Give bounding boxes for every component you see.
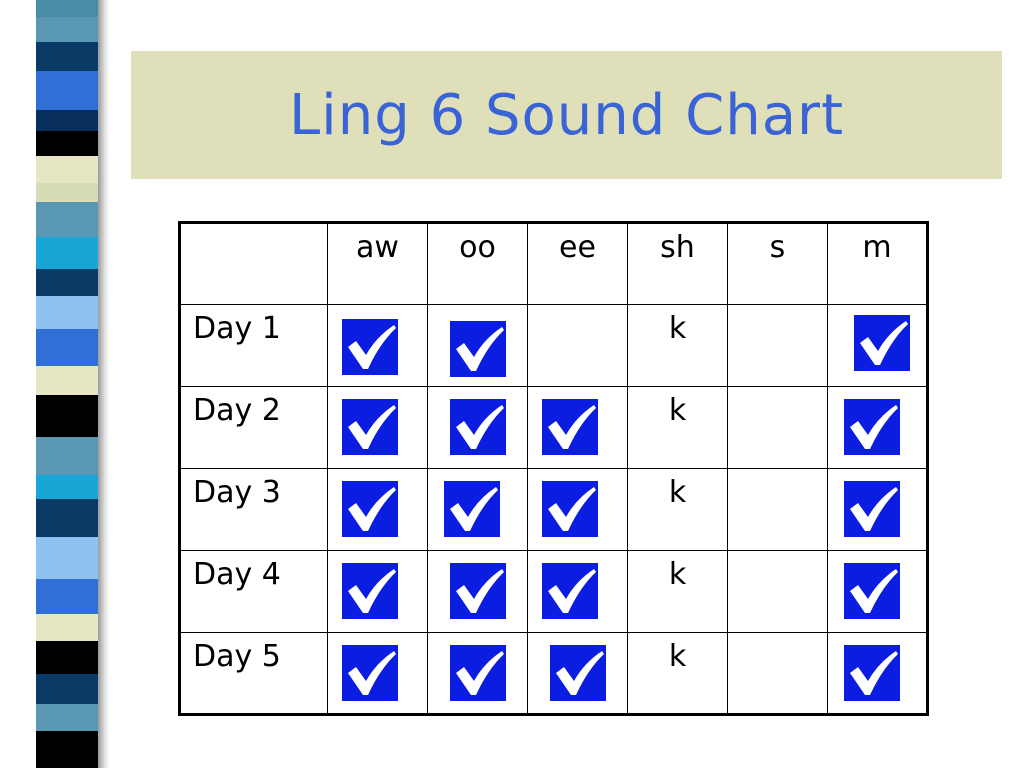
checkmark-icon — [542, 481, 598, 537]
table-row: Day 3 k — [179, 468, 928, 551]
stripe — [36, 475, 98, 499]
stripe — [36, 0, 98, 18]
checkmark-icon — [450, 645, 506, 701]
checkmark-icon — [844, 563, 900, 619]
stripe — [36, 236, 98, 270]
checkmark-icon — [854, 315, 910, 371]
stripe — [36, 182, 98, 203]
table-row: Day 4 k — [179, 550, 928, 633]
corner-cell — [179, 222, 328, 305]
checkmark-icon — [844, 399, 900, 455]
table-cell — [327, 468, 428, 551]
table-row: Day 5 k — [179, 632, 928, 715]
table-cell — [527, 550, 628, 633]
stripe — [36, 704, 98, 732]
stripe — [36, 202, 98, 237]
table-cell — [427, 304, 528, 387]
table-cell: k — [627, 304, 728, 387]
table-cell — [727, 468, 828, 551]
checkmark-icon — [542, 399, 598, 455]
stripe — [36, 394, 98, 437]
table-cell — [727, 386, 828, 469]
checkmark-icon — [342, 399, 398, 455]
column-header-sh: sh — [627, 222, 728, 305]
stripe-shadow — [98, 0, 110, 768]
table-cell — [527, 468, 628, 551]
table-cell — [327, 304, 428, 387]
stripe — [36, 109, 98, 131]
table-cell — [327, 386, 428, 469]
table-cell: k — [627, 468, 728, 551]
checkmark-icon — [342, 319, 398, 375]
stripe — [36, 498, 98, 538]
stripe — [36, 731, 98, 768]
checkmark-icon — [450, 321, 506, 377]
table-cell: k — [627, 632, 728, 715]
table-cell — [827, 468, 928, 551]
stripe — [36, 296, 98, 330]
table-cell: k — [627, 550, 728, 633]
table-cell — [427, 550, 528, 633]
table-cell — [327, 632, 428, 715]
table-cell — [527, 386, 628, 469]
checkmark-icon — [342, 645, 398, 701]
table-cell — [427, 632, 528, 715]
column-header-aw: aw — [327, 222, 428, 305]
table-cell — [727, 632, 828, 715]
stripe — [36, 436, 98, 476]
stripe — [36, 130, 98, 156]
stripe — [36, 537, 98, 580]
table-cell — [827, 632, 928, 715]
checkmark-icon — [450, 399, 506, 455]
table-cell — [427, 386, 528, 469]
checkmark-icon — [542, 563, 598, 619]
header-row: aw oo ee sh s m — [179, 222, 928, 305]
stripe — [36, 673, 98, 705]
row-label: Day 2 — [179, 386, 328, 469]
row-label: Day 3 — [179, 468, 328, 551]
table-cell — [827, 550, 928, 633]
column-header-oo: oo — [427, 222, 528, 305]
stripe — [36, 269, 98, 297]
stripe — [36, 614, 98, 641]
table-cell: k — [627, 386, 728, 469]
stripe — [36, 42, 98, 72]
checkmark-icon — [342, 563, 398, 619]
title-banner: Ling 6 Sound Chart — [131, 51, 1002, 179]
column-header-s: s — [727, 222, 828, 305]
table-cell — [527, 632, 628, 715]
row-label: Day 5 — [179, 632, 328, 715]
table-cell — [427, 468, 528, 551]
stripe — [36, 579, 98, 615]
checkmark-icon — [844, 645, 900, 701]
stripe — [36, 640, 98, 674]
page-title: Ling 6 Sound Chart — [288, 82, 845, 148]
table-cell — [827, 304, 928, 387]
checkmark-icon — [342, 481, 398, 537]
column-header-ee: ee — [527, 222, 628, 305]
row-label: Day 4 — [179, 550, 328, 633]
stripe — [36, 71, 98, 110]
row-label: Day 1 — [179, 304, 328, 387]
checkmark-icon — [844, 481, 900, 537]
checkmark-icon — [444, 481, 500, 537]
column-header-m: m — [827, 222, 928, 305]
stripe — [36, 155, 98, 183]
table-cell — [827, 386, 928, 469]
stripe — [36, 365, 98, 395]
checkmark-icon — [550, 645, 606, 701]
checkmark-icon — [450, 563, 506, 619]
sound-chart-table: aw oo ee sh s m Day 1 k Day 2 k Day 3 k Day 4 k… — [178, 221, 929, 716]
table-cell — [327, 550, 428, 633]
table-row: Day 1 k — [179, 304, 928, 387]
decorative-stripe-bar — [36, 0, 98, 768]
table-cell — [727, 550, 828, 633]
table-cell — [527, 304, 628, 387]
stripe — [36, 17, 98, 43]
stripe — [36, 329, 98, 366]
table-cell — [727, 304, 828, 387]
table-row: Day 2 k — [179, 386, 928, 469]
